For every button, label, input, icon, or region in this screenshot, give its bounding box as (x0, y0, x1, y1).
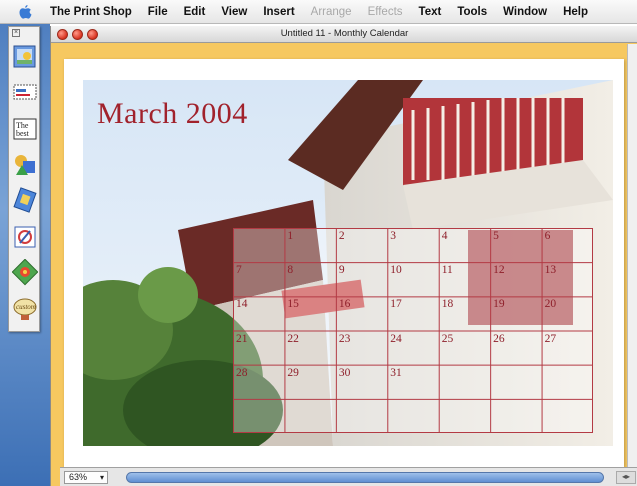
calendar-day-cell[interactable] (439, 365, 490, 399)
calendar-day-cell[interactable] (233, 228, 284, 262)
menu-insert[interactable]: Insert (255, 6, 302, 18)
calendar-day-cell[interactable] (542, 365, 593, 399)
calendar-day-cell[interactable]: 13 (542, 262, 593, 296)
calendar-day-cell[interactable]: 20 (542, 296, 593, 330)
calendar-day-cell[interactable] (490, 399, 541, 433)
image-tool-icon[interactable] (12, 187, 38, 217)
svg-text:custom: custom (16, 303, 36, 311)
calendar-day-cell[interactable]: 25 (439, 331, 490, 365)
calendar-day-cell[interactable]: 5 (490, 228, 541, 262)
menu-effects[interactable]: Effects (360, 6, 411, 18)
calendar-day-cell[interactable]: 14 (233, 296, 284, 330)
graphic-tool-icon[interactable] (12, 223, 38, 253)
menu-tools[interactable]: Tools (449, 6, 495, 18)
status-bar: 63% ▾ ◂▸ (60, 467, 637, 486)
text-tool-icon[interactable]: The best (12, 115, 38, 145)
calendar-day-cell[interactable]: 21 (233, 331, 284, 365)
custom-tool-icon[interactable]: custom (12, 295, 38, 325)
svg-text:best: best (16, 129, 30, 138)
zoom-select[interactable]: 63% ▾ (64, 471, 108, 484)
calendar-day-cell[interactable]: 3 (387, 228, 438, 262)
palette-close-icon[interactable]: × (12, 29, 20, 37)
menu-help[interactable]: Help (555, 6, 596, 18)
calendar-day-cell[interactable]: 16 (336, 296, 387, 330)
menu-file[interactable]: File (140, 6, 176, 18)
menu-bar: The Print Shop File Edit View Insert Arr… (0, 0, 637, 24)
horizontal-scrollbar-thumb[interactable] (126, 472, 604, 483)
calendar-day-cell[interactable]: 9 (336, 262, 387, 296)
menu-app-name[interactable]: The Print Shop (46, 6, 140, 18)
window-titlebar[interactable]: Untitled 11 - Monthly Calendar (51, 26, 637, 43)
calendar-day-cell[interactable]: 26 (490, 331, 541, 365)
vertical-scrollbar[interactable] (627, 44, 637, 467)
calendar-day-cell[interactable]: 1 (284, 228, 335, 262)
calendar-day-cell[interactable]: 12 (490, 262, 541, 296)
calendar-day-cell[interactable]: 23 (336, 331, 387, 365)
calendar-day-cell[interactable]: 18 (439, 296, 490, 330)
chevron-down-icon: ▾ (99, 473, 104, 482)
calendar-day-cell[interactable] (336, 399, 387, 433)
calendar-day-cell[interactable]: 27 (542, 331, 593, 365)
calendar-day-cell[interactable]: 22 (284, 331, 335, 365)
calendar-day-cell[interactable]: 30 (336, 365, 387, 399)
calendar-day-cell[interactable]: 17 (387, 296, 438, 330)
calendar-day-cell[interactable]: 10 (387, 262, 438, 296)
calendar-day-cell[interactable]: 19 (490, 296, 541, 330)
apple-menu-icon[interactable] (14, 4, 36, 20)
calendar-day-cell[interactable]: 31 (387, 365, 438, 399)
window-title: Untitled 11 - Monthly Calendar (280, 28, 409, 39)
calendar-day-cell[interactable]: 4 (439, 228, 490, 262)
calendar-day-cell[interactable]: 6 (542, 228, 593, 262)
calendar-day-cell[interactable] (284, 399, 335, 433)
calendar-day-cell[interactable] (387, 399, 438, 433)
calendar-day-cell[interactable]: 7 (233, 262, 284, 296)
scroll-arrows-icon[interactable]: ◂▸ (616, 471, 636, 484)
calendar-day-cell[interactable]: 15 (284, 296, 335, 330)
calendar-day-cell[interactable] (542, 399, 593, 433)
menu-window[interactable]: Window (495, 6, 555, 18)
calendar-day-cell[interactable]: 29 (284, 365, 335, 399)
screen: The Print Shop File Edit View Insert Arr… (0, 0, 637, 486)
calendar-day-cell[interactable]: 2 (336, 228, 387, 262)
calendar-day-cell[interactable]: 24 (387, 331, 438, 365)
menu-view[interactable]: View (213, 6, 255, 18)
shape-tool-icon[interactable] (12, 151, 38, 181)
stamp-tool-icon[interactable] (12, 79, 38, 109)
clipart-tool-icon[interactable] (11, 258, 39, 289)
menu-arrange[interactable]: Arrange (303, 6, 360, 18)
calendar-grid[interactable]: 1 2 3 4 5 6 7 8 9 10 11 12 13 14 15 16 17 18 19 20 21 22 23 24 2… (233, 228, 593, 433)
zoom-value: 63% (69, 472, 88, 482)
photo-tool-icon[interactable] (12, 43, 38, 73)
tool-palette: × The best custom (8, 26, 40, 332)
menu-text[interactable]: Text (411, 6, 450, 18)
calendar-title[interactable]: March 2004 (97, 97, 248, 131)
menu-edit[interactable]: Edit (176, 6, 214, 18)
calendar-day-cell[interactable] (233, 399, 284, 433)
calendar-day-cell[interactable]: 11 (439, 262, 490, 296)
calendar-day-cell[interactable]: 28 (233, 365, 284, 399)
calendar-day-cell[interactable]: 8 (284, 262, 335, 296)
calendar-day-cell[interactable] (439, 399, 490, 433)
calendar-day-cell[interactable] (490, 365, 541, 399)
